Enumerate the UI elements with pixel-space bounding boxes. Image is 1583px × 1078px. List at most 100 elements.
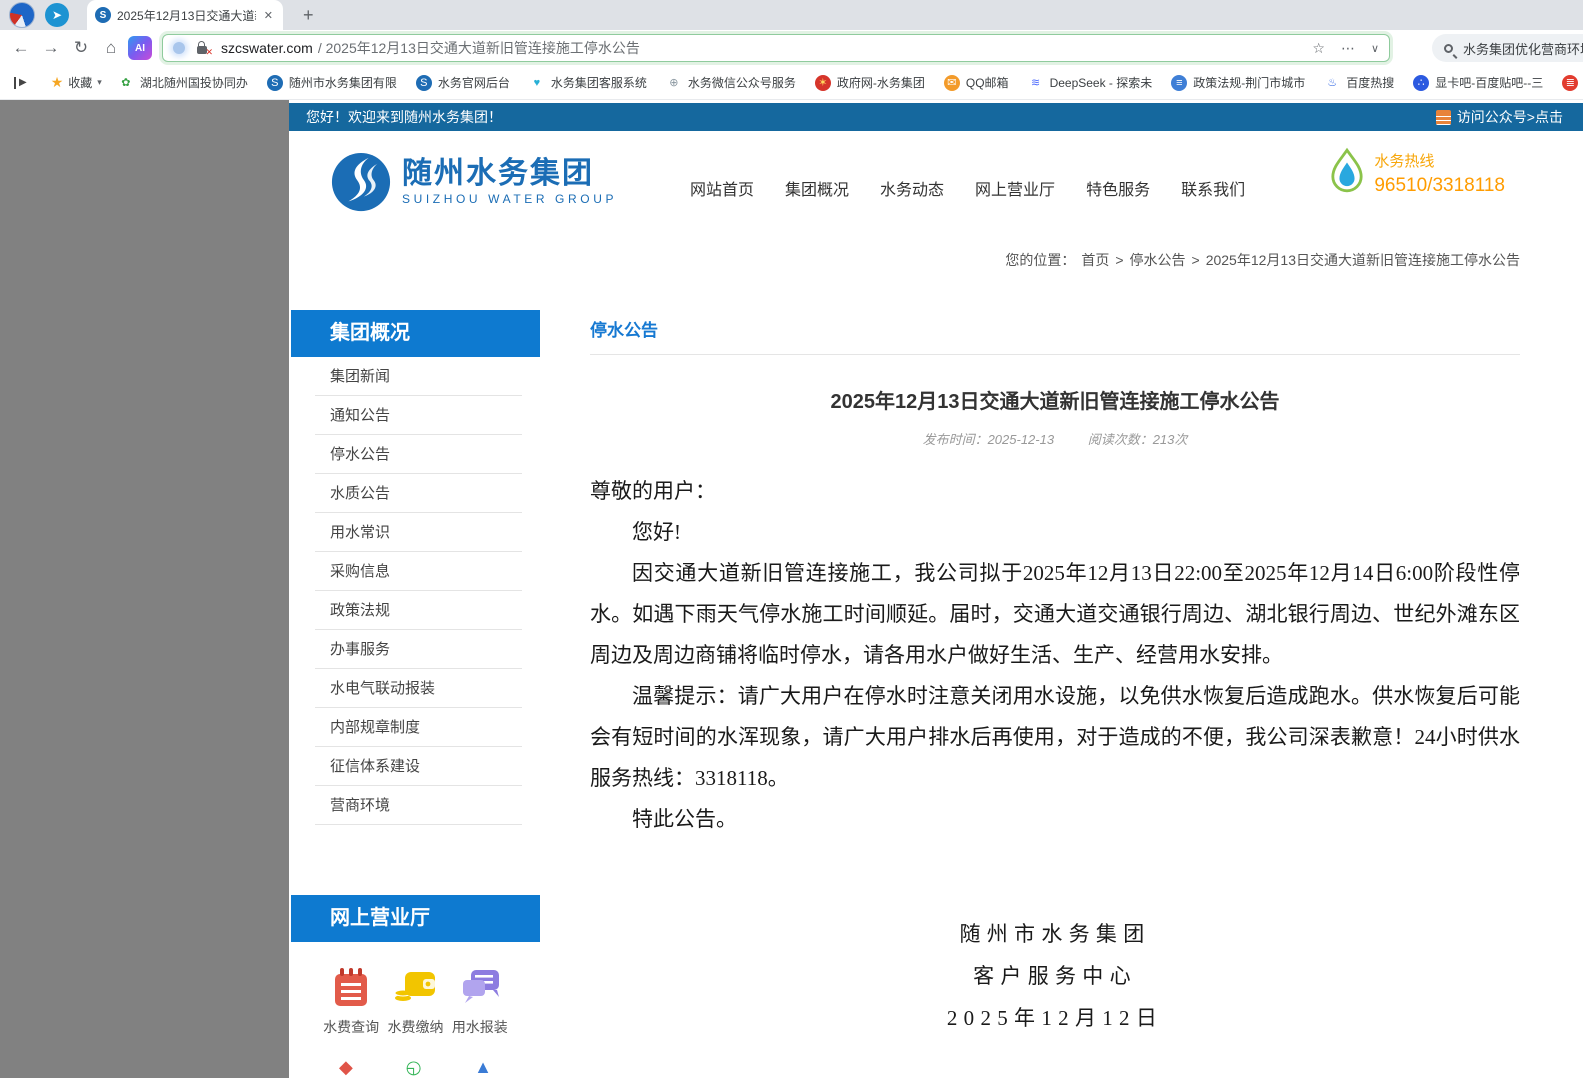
more-actions-icon[interactable]: ⋯ bbox=[1341, 40, 1355, 57]
sidebar-menu-item[interactable]: 采购信息 bbox=[315, 552, 522, 591]
article-title: 2025年12月13日交通大道新旧管连接施工停水公告 bbox=[590, 385, 1520, 414]
forward-icon[interactable]: → bbox=[36, 38, 66, 58]
site-name: 随州水务集团 bbox=[402, 158, 617, 190]
favorites-menu[interactable]: ★ 收藏 ▾ bbox=[51, 74, 102, 91]
bookmark-item[interactable]: ✉ QQ邮箱 bbox=[944, 74, 1009, 91]
sidebar-menu-item[interactable]: 水质公告 bbox=[315, 474, 522, 513]
breadcrumb-home[interactable]: 首页 bbox=[1081, 250, 1109, 270]
breadcrumb-label: 您的位置： bbox=[1005, 250, 1075, 270]
bookmark-label: 显卡吧-百度贴吧--三 bbox=[1435, 74, 1543, 91]
nav-item[interactable]: 网站首页 bbox=[690, 176, 754, 200]
bookmark-label: DeepSeek - 探索未 bbox=[1050, 74, 1153, 91]
sidebar-menu-item[interactable]: 用水常识 bbox=[315, 513, 522, 552]
service-shortcuts: 水费查询 水费缴纳 bbox=[291, 942, 540, 1037]
bookmark-item[interactable]: ∴ 显卡吧-百度贴吧--三 bbox=[1413, 74, 1543, 91]
chevron-down-icon[interactable]: ∨ bbox=[1371, 42, 1379, 55]
side-panel-toggle-icon[interactable]: ▶ bbox=[14, 77, 27, 89]
bookmark-label: 政府网-水务集团 bbox=[837, 74, 925, 91]
browser-search-box[interactable]: 水务集团优化营商环境创 bbox=[1432, 34, 1583, 62]
sidebar-menu-item[interactable]: 政策法规 bbox=[315, 591, 522, 630]
breadcrumb-category[interactable]: 停水公告 bbox=[1130, 250, 1186, 270]
site-logo[interactable]: 随州水务集团 SUIZHOU WATER GROUP bbox=[330, 151, 617, 213]
bookmark-item[interactable]: S 水务官网后台 bbox=[416, 74, 510, 91]
paper-plane-icon: ➤ bbox=[52, 8, 62, 22]
service-label: 水费查询 bbox=[323, 1017, 379, 1037]
section-title: 停水公告 bbox=[590, 310, 1520, 341]
article-body: 尊敬的用户：您好!因交通大道新旧管连接施工，我公司拟于2025年12月13日22… bbox=[590, 471, 1520, 840]
bookmark-label: 随州市水务集团有限 bbox=[289, 74, 397, 91]
service-icon-blue[interactable]: ▲ bbox=[474, 1057, 492, 1078]
address-bar[interactable]: szcswater.com / 2025年12月13日交通大道新旧管连接施工停水… bbox=[162, 34, 1390, 62]
bookmark-favicon-icon: S bbox=[416, 75, 432, 91]
article-panel: 停水公告 2025年12月13日交通大道新旧管连接施工停水公告 发布时间：202… bbox=[590, 310, 1520, 1078]
bookmark-favicon-icon: ⊕ bbox=[666, 75, 682, 91]
bookmark-item[interactable]: ✶ 政府网-水务集团 bbox=[815, 74, 925, 91]
service-icon-green[interactable]: ◵ bbox=[406, 1057, 422, 1078]
bookmark-item[interactable]: ♨ 百度热搜 bbox=[1324, 74, 1394, 91]
sidebar-menu-item[interactable]: 内部规章制度 bbox=[315, 708, 522, 747]
content-area: 集团概况 集团新闻通知公告停水公告水质公告用水常识采购信息政策法规办事服务水电气… bbox=[289, 310, 1583, 1078]
tab-close-icon[interactable]: ✕ bbox=[262, 9, 275, 22]
site-info-icon[interactable] bbox=[173, 42, 185, 54]
sidebar-menu-item[interactable]: 水电气联动报装 bbox=[315, 669, 522, 708]
sidebar-menu-item[interactable]: 征信体系建设 bbox=[315, 747, 522, 786]
bookmark-label: 水务集团客服系统 bbox=[551, 74, 647, 91]
browser-tab[interactable]: S 2025年12月13日交通大道新 ✕ bbox=[87, 0, 283, 30]
divider bbox=[590, 354, 1520, 355]
service-water-install[interactable]: 用水报装 bbox=[448, 966, 512, 1037]
bookmark-favicon-icon: ≡ bbox=[1171, 75, 1187, 91]
signature-line: 随州市水务集团 bbox=[590, 913, 1520, 955]
nav-item[interactable]: 联系我们 bbox=[1181, 176, 1245, 200]
browser-tab-strip: ➤ S 2025年12月13日交通大道新 ✕ + bbox=[0, 0, 1583, 30]
nav-item[interactable]: 特色服务 bbox=[1086, 176, 1150, 200]
bookmark-item[interactable]: ≋ DeepSeek - 探索未 bbox=[1028, 74, 1153, 91]
bookmark-favicon-icon: ♥ bbox=[529, 75, 545, 91]
nav-item[interactable]: 水务动态 bbox=[880, 176, 944, 200]
sidebar-title: 集团概况 bbox=[291, 310, 540, 357]
new-tab-button[interactable]: + bbox=[297, 5, 320, 26]
sidebar-menu-item[interactable]: 办事服务 bbox=[315, 630, 522, 669]
reload-icon[interactable]: ↻ bbox=[66, 38, 96, 58]
ai-assistant-icon[interactable]: AI bbox=[128, 36, 152, 60]
article-paragraph: 尊敬的用户： bbox=[590, 471, 1520, 512]
sidebar-menu-item[interactable]: 集团新闻 bbox=[315, 357, 522, 396]
nav-item[interactable]: 网上营业厅 bbox=[975, 176, 1055, 200]
pinned-app-icon[interactable]: ➤ bbox=[45, 3, 69, 27]
wechat-cta-label: 访问公众号>点击 bbox=[1457, 107, 1563, 127]
favorites-label: 收藏 bbox=[68, 74, 92, 91]
url-path: / 2025年12月13日交通大道新旧管连接施工停水公告 bbox=[318, 38, 1297, 58]
bookmark-item[interactable]: ⊕ 水务微信公众号服务 bbox=[666, 74, 796, 91]
wechat-cta[interactable]: 访问公众号>点击 bbox=[1436, 107, 1563, 127]
page-background: 您好！欢迎来到随州水务集团！ 访问公众号>点击 随州水务集团 SUIZHOU W… bbox=[0, 100, 1583, 1078]
search-text: 水务集团优化营商环境创 bbox=[1463, 39, 1583, 58]
site-name-en: SUIZHOU WATER GROUP bbox=[402, 192, 617, 206]
bookmark-item[interactable]: ≣ 公文宝 bbox=[1562, 74, 1583, 91]
insecure-lock-icon[interactable] bbox=[197, 46, 207, 54]
calendar-icon bbox=[1436, 110, 1451, 125]
article-paragraph: 因交通大道新旧管连接施工，我公司拟于2025年12月13日22:00至2025年… bbox=[590, 553, 1520, 676]
sidebar-menu-item[interactable]: 营商环境 bbox=[315, 786, 522, 825]
bookmark-favicon-icon: ≋ bbox=[1028, 75, 1044, 91]
home-icon[interactable]: ⌂ bbox=[96, 38, 126, 58]
bookmark-star-icon[interactable]: ☆ bbox=[1312, 40, 1325, 57]
sidebar-menu-item[interactable]: 停水公告 bbox=[315, 435, 522, 474]
service-bill-query[interactable]: 水费查询 bbox=[319, 966, 383, 1037]
service-bill-pay[interactable]: 水费缴纳 bbox=[383, 966, 447, 1037]
browser-logo-icon[interactable] bbox=[9, 2, 35, 28]
water-install-icon bbox=[459, 966, 501, 1008]
bill-query-icon bbox=[331, 966, 371, 1008]
service-icon-red[interactable]: ◆ bbox=[339, 1057, 353, 1078]
nav-item[interactable]: 集团概况 bbox=[785, 176, 849, 200]
bookmark-item[interactable]: ≡ 政策法规-荆门市城市 bbox=[1171, 74, 1305, 91]
bookmark-item[interactable]: ✿ 湖北随州国投协同办 bbox=[118, 74, 248, 91]
bookmark-item[interactable]: S 随州市水务集团有限 bbox=[267, 74, 397, 91]
back-icon[interactable]: ← bbox=[6, 38, 36, 58]
bookmark-favicon-icon: ≣ bbox=[1562, 75, 1578, 91]
bookmark-item[interactable]: ♥ 水务集团客服系统 bbox=[529, 74, 647, 91]
bookmark-favicon-icon: ✿ bbox=[118, 75, 134, 91]
sidebar-section-business-hall: 网上营业厅 bbox=[291, 895, 540, 1078]
url-domain: szcswater.com bbox=[221, 40, 313, 56]
sidebar-menu-item[interactable]: 通知公告 bbox=[315, 396, 522, 435]
sidebar-menu: 集团新闻通知公告停水公告水质公告用水常识采购信息政策法规办事服务水电气联动报装内… bbox=[291, 357, 540, 825]
hotline: 水务热线 96510/3318118 bbox=[1330, 147, 1505, 197]
